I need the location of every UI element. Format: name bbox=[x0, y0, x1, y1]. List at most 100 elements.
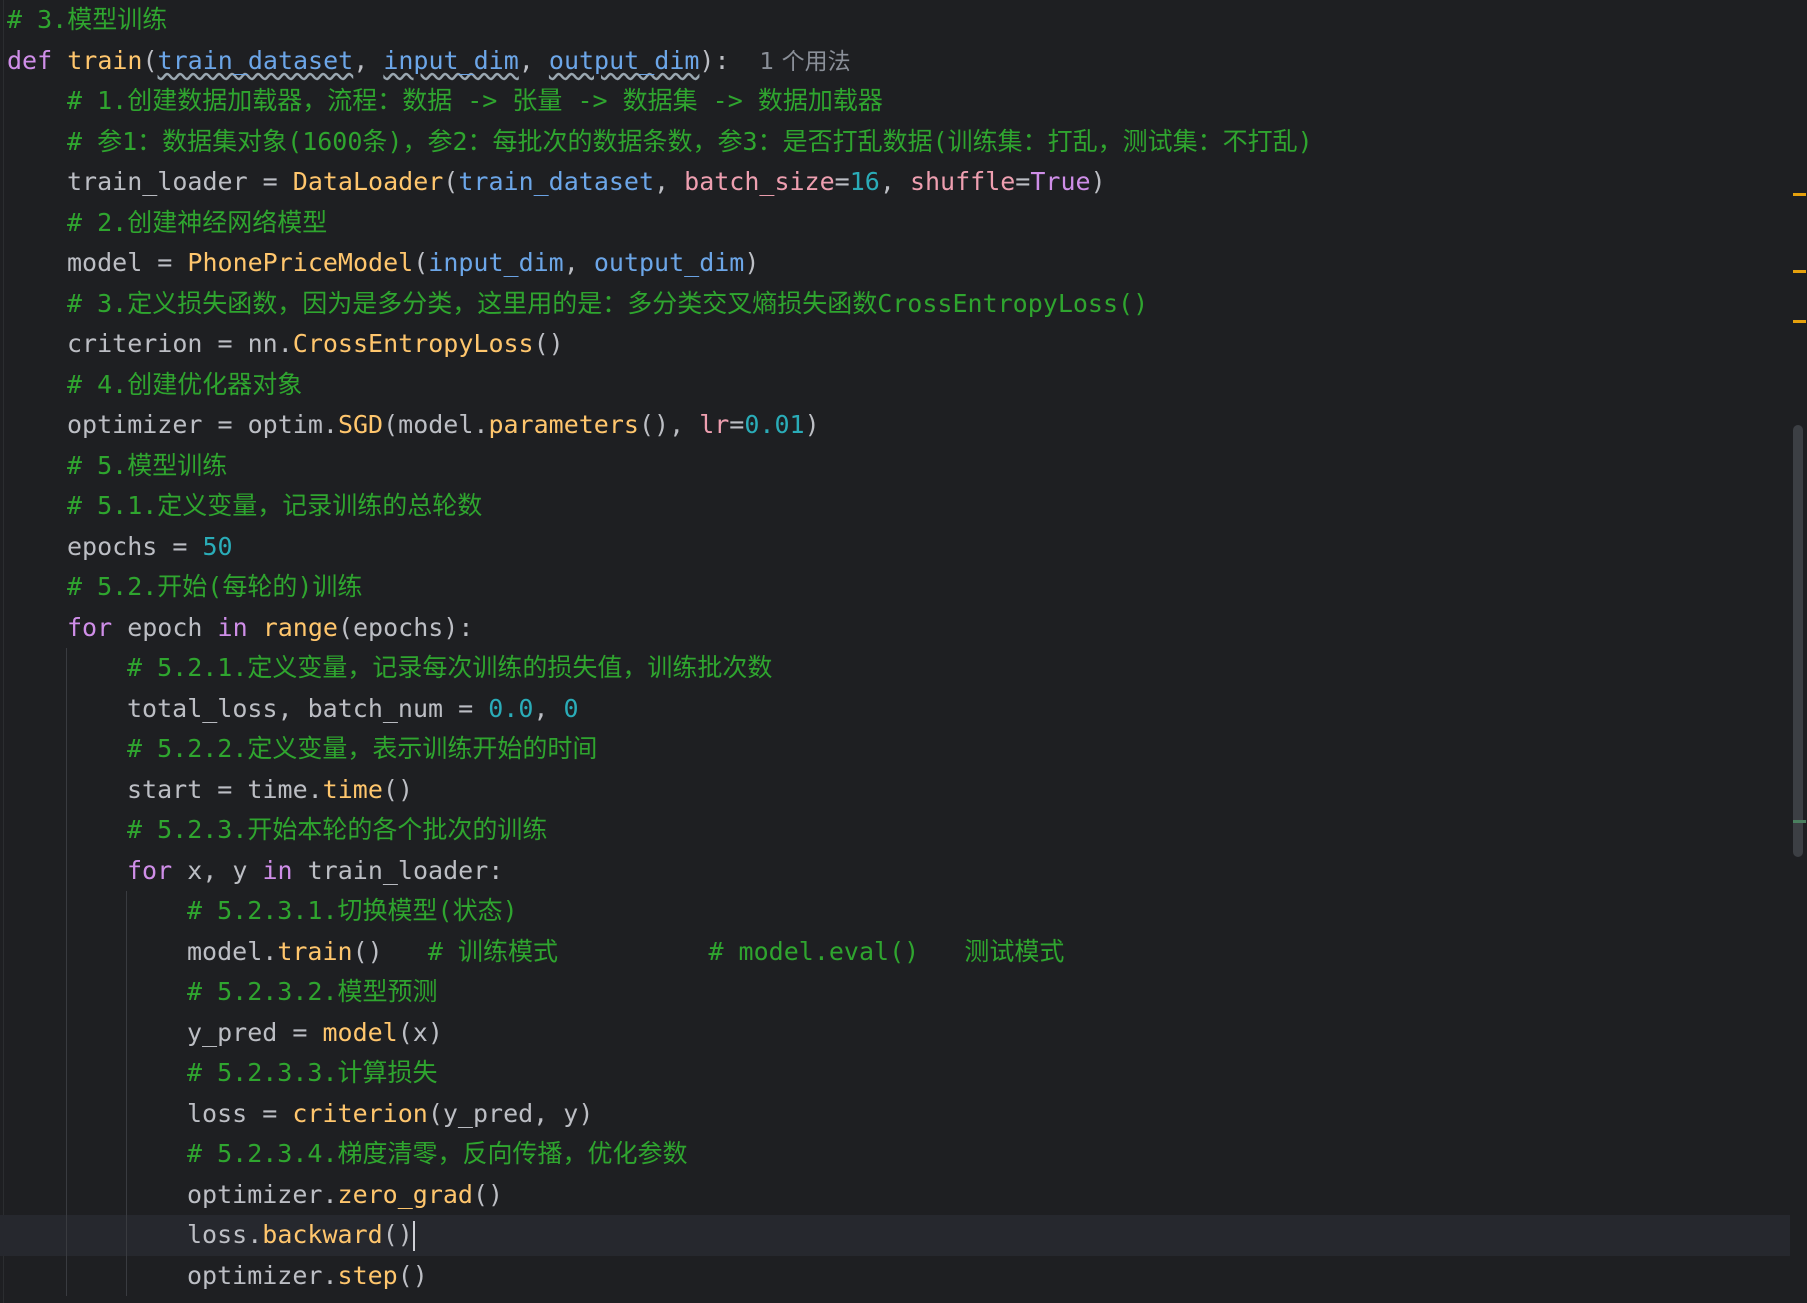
code-token: () bbox=[472, 1179, 504, 1209]
code-line-content: # 5.模型训练 bbox=[7, 451, 227, 480]
code-line-content: def train(train_dataset, input_dim, outp… bbox=[7, 46, 851, 75]
code-token: , bbox=[879, 167, 910, 196]
code-line[interactable]: # 5.2.3.3.计算损失 bbox=[0, 1053, 1790, 1094]
code-line[interactable]: # 5.2.1.定义变量，记录每次训练的损失值，训练批次数 bbox=[0, 648, 1790, 689]
code-token: # 2.创建神经网络模型 bbox=[67, 207, 328, 237]
code-line[interactable]: loss = criterion(y_pred, y) bbox=[0, 1093, 1790, 1134]
indent-guide bbox=[66, 1134, 67, 1175]
code-area[interactable]: # 3.模型训练 def train(train_dataset, input_d… bbox=[0, 0, 1790, 1296]
code-token: # 训练模式 # model.eval() 测试模式 bbox=[427, 936, 1065, 966]
code-token: total_loss, batch_num = bbox=[127, 693, 489, 723]
code-line[interactable]: # 5.2.2.定义变量，表示训练开始的时间 bbox=[0, 729, 1790, 770]
code-line-content: # 5.2.3.开始本轮的各个批次的训练 bbox=[7, 815, 547, 844]
code-line-content: optimizer = optim.SGD(model.parameters()… bbox=[7, 410, 820, 439]
code-line[interactable]: train_loader = DataLoader(train_dataset,… bbox=[0, 162, 1790, 203]
code-line[interactable]: optimizer = optim.SGD(model.parameters()… bbox=[0, 405, 1790, 446]
code-token: start = time. bbox=[127, 774, 323, 804]
info-marker[interactable] bbox=[1793, 820, 1806, 823]
scrollbar-thumb[interactable] bbox=[1793, 425, 1803, 857]
code-token: epoch bbox=[112, 612, 218, 642]
code-token: range bbox=[262, 612, 338, 642]
code-line[interactable]: # 5.2.3.1.切换模型(状态) bbox=[0, 891, 1790, 932]
indent-guide bbox=[66, 1053, 67, 1094]
code-token: () bbox=[382, 774, 413, 804]
code-line[interactable]: y_pred = model(x) bbox=[0, 1012, 1790, 1053]
code-line-content: # 1.创建数据加载器，流程：数据 -> 张量 -> 数据集 -> 数据加载器 bbox=[7, 86, 883, 115]
code-line-content: # 5.2.3.3.计算损失 bbox=[7, 1058, 438, 1087]
indent-guide bbox=[66, 931, 67, 972]
code-line-content: for epoch in range(epochs): bbox=[7, 613, 473, 642]
code-line[interactable]: # 5.2.3.4.梯度清零，反向传播，优化参数 bbox=[0, 1134, 1790, 1175]
indent-guide bbox=[126, 1215, 127, 1256]
indent-guide bbox=[66, 1093, 67, 1134]
code-token: step bbox=[337, 1260, 398, 1290]
code-token: in bbox=[217, 612, 248, 642]
code-line[interactable]: start = time.time() bbox=[0, 769, 1790, 810]
indent-guide bbox=[126, 1255, 127, 1296]
code-line[interactable]: model.train() # 训练模式 # model.eval() 测试模式 bbox=[0, 931, 1790, 972]
code-line[interactable]: for epoch in range(epochs): bbox=[0, 608, 1790, 649]
code-line-content: # 5.2.1.定义变量，记录每次训练的损失值，训练批次数 bbox=[7, 653, 772, 682]
code-line[interactable]: # 2.创建神经网络模型 bbox=[0, 203, 1790, 244]
usage-hint[interactable]: 1 个用法 bbox=[760, 49, 851, 75]
code-token: train_loader: bbox=[292, 855, 504, 885]
code-line-content: model.train() # 训练模式 # model.eval() 测试模式 bbox=[7, 937, 1064, 966]
code-token: # 5.2.3.2.模型预测 bbox=[187, 977, 438, 1006]
code-line-content: criterion = nn.CrossEntropyLoss() bbox=[7, 329, 564, 358]
code-line-content: optimizer.zero_grad() bbox=[7, 1180, 503, 1209]
code-line[interactable]: # 3.定义损失函数，因为是多分类，这里用的是：多分类交叉熵损失函数CrossE… bbox=[0, 284, 1790, 325]
code-token: train_loader = bbox=[67, 167, 293, 196]
warning-marker[interactable] bbox=[1793, 193, 1806, 196]
code-token: shuffle bbox=[909, 167, 1016, 196]
code-line-content: epochs = 50 bbox=[7, 532, 233, 561]
code-line[interactable]: criterion = nn.CrossEntropyLoss() bbox=[0, 324, 1790, 365]
code-token: criterion bbox=[292, 1098, 428, 1128]
code-line[interactable]: for x, y in train_loader: bbox=[0, 850, 1790, 891]
code-line-content: # 5.2.3.1.切换模型(状态) bbox=[7, 896, 518, 925]
code-line-content: # 参1：数据集对象(1600条)，参2：每批次的数据条数，参3：是否打乱数据(… bbox=[7, 127, 1313, 156]
indent-guide bbox=[126, 1134, 127, 1175]
code-token: () bbox=[352, 936, 428, 966]
code-token: loss = bbox=[187, 1098, 293, 1128]
code-line[interactable]: # 4.创建优化器对象 bbox=[0, 365, 1790, 406]
code-editor[interactable]: # 3.模型训练 def train(train_dataset, input_d… bbox=[0, 0, 1807, 1303]
code-line[interactable]: optimizer.step() bbox=[0, 1255, 1790, 1296]
code-line[interactable]: # 5.模型训练 bbox=[0, 446, 1790, 487]
code-token: ): bbox=[699, 45, 760, 75]
code-line-content: total_loss, batch_num = 0.0, 0 bbox=[7, 694, 579, 723]
code-line[interactable]: # 5.2.3.开始本轮的各个批次的训练 bbox=[0, 810, 1790, 851]
warning-marker[interactable] bbox=[1793, 270, 1806, 273]
code-line[interactable]: # 3.模型训练 bbox=[0, 0, 1790, 41]
code-token: (x) bbox=[397, 1017, 443, 1047]
code-token: train_dataset bbox=[157, 45, 354, 75]
warning-marker[interactable] bbox=[1793, 320, 1806, 323]
code-token: model. bbox=[187, 936, 278, 966]
code-token: (), bbox=[638, 410, 700, 439]
code-line[interactable]: total_loss, batch_num = 0.0, 0 bbox=[0, 688, 1790, 729]
code-token: parameters bbox=[488, 410, 639, 439]
code-token: model = bbox=[67, 248, 188, 277]
code-line[interactable]: # 5.1.定义变量，记录训练的总轮数 bbox=[0, 486, 1790, 527]
code-token: True bbox=[1030, 167, 1091, 196]
code-line[interactable]: # 1.创建数据加载器，流程：数据 -> 张量 -> 数据集 -> 数据加载器 bbox=[0, 81, 1790, 122]
indent-guide bbox=[66, 972, 67, 1013]
code-line[interactable]: # 5.2.开始(每轮的)训练 bbox=[0, 567, 1790, 608]
code-token: train bbox=[67, 45, 143, 75]
code-token: y_pred = bbox=[187, 1017, 323, 1047]
code-line-content: start = time.time() bbox=[7, 775, 413, 804]
code-token: optimizer = optim. bbox=[67, 410, 338, 439]
code-line[interactable]: model = PhonePriceModel(input_dim, outpu… bbox=[0, 243, 1790, 284]
code-token: zero_grad bbox=[337, 1179, 473, 1209]
code-line[interactable]: # 参1：数据集对象(1600条)，参2：每批次的数据条数，参3：是否打乱数据(… bbox=[0, 122, 1790, 163]
code-line[interactable]: optimizer.zero_grad() bbox=[0, 1174, 1790, 1215]
code-line[interactable]: loss.backward() bbox=[0, 1215, 1790, 1256]
code-line[interactable]: def train(train_dataset, input_dim, outp… bbox=[0, 41, 1790, 82]
indent-guide bbox=[126, 1053, 127, 1094]
code-token: epochs = bbox=[67, 531, 203, 561]
code-token: optimizer. bbox=[187, 1179, 338, 1209]
code-token: PhonePriceModel bbox=[187, 248, 414, 277]
code-token: 0.0 bbox=[488, 693, 534, 723]
code-line[interactable]: epochs = 50 bbox=[0, 527, 1790, 568]
indent-guide bbox=[66, 850, 67, 891]
code-line[interactable]: # 5.2.3.2.模型预测 bbox=[0, 972, 1790, 1013]
